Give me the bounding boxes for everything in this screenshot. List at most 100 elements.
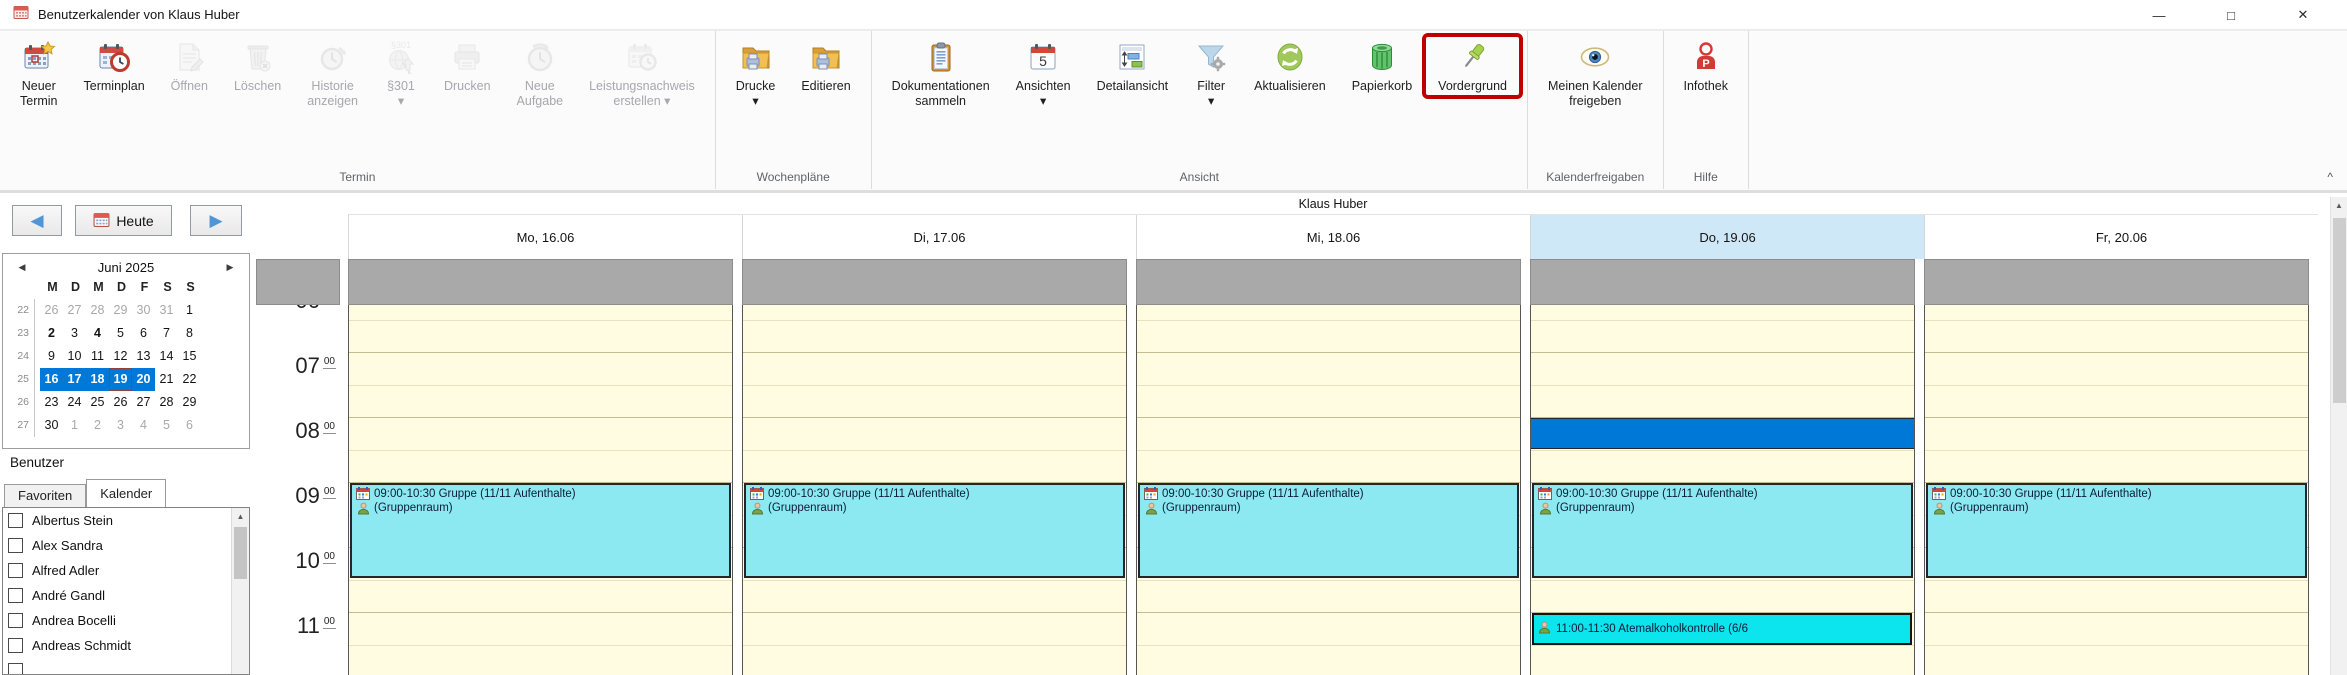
- ribbon-button-ansichten[interactable]: 5Ansichten▾: [1003, 36, 1084, 111]
- mini-calendar-day[interactable]: 3: [63, 322, 86, 345]
- ribbon-button-aktualisieren[interactable]: Aktualisieren: [1241, 36, 1339, 96]
- tab-favoriten[interactable]: Favoriten: [4, 484, 86, 507]
- mini-calendar-day[interactable]: 26: [40, 299, 63, 322]
- ribbon-button-historie-anzeigen[interactable]: Historieanzeigen: [294, 36, 371, 111]
- ribbon-button-leistungsnachweis-erstellen[interactable]: Leistungsnachweiserstellen ▾: [576, 36, 708, 111]
- mini-calendar-day[interactable]: 20: [132, 368, 155, 391]
- day-header-mo-16-06[interactable]: Mo, 16.06: [348, 215, 742, 259]
- day-header-do-19-06[interactable]: Do, 19.06: [1530, 215, 1924, 259]
- ribbon-button-neuer-termin[interactable]: NeuerTermin: [7, 36, 71, 111]
- mini-calendar-day[interactable]: 30: [40, 414, 63, 437]
- user-checkbox[interactable]: [8, 638, 23, 653]
- day-header-mi-18-06[interactable]: Mi, 18.06: [1136, 215, 1530, 259]
- mini-calendar-day[interactable]: 22: [178, 368, 201, 391]
- mini-calendar-day[interactable]: 29: [109, 299, 132, 322]
- ribbon-button-s301[interactable]: §301§301▾: [371, 36, 431, 111]
- ribbon-button-oeffnen[interactable]: Öffnen: [158, 36, 221, 96]
- user-checkbox[interactable]: [8, 663, 23, 675]
- ribbon-button-meinen-kalender-freigeben[interactable]: Meinen Kalenderfreigeben: [1535, 36, 1656, 111]
- ribbon-button-drucken[interactable]: Drucken: [431, 36, 504, 96]
- mini-calendar-day[interactable]: 5: [109, 322, 132, 345]
- day-column-mo-16-06[interactable]: 09:00-10:30 Gruppe (11/11 Aufenthalte)(G…: [348, 305, 733, 675]
- mini-calendar-day[interactable]: 21: [155, 368, 178, 391]
- mini-calendar-day[interactable]: 2: [40, 322, 63, 345]
- appointment-group[interactable]: 09:00-10:30 Gruppe (11/11 Aufenthalte)(G…: [350, 483, 731, 578]
- selected-time-slot[interactable]: [1531, 418, 1914, 449]
- mini-calendar-day[interactable]: 13: [132, 345, 155, 368]
- ribbon-button-vordergrund[interactable]: Vordergrund: [1425, 36, 1520, 96]
- mini-calendar-day[interactable]: 9: [40, 345, 63, 368]
- user-checkbox[interactable]: [8, 538, 23, 553]
- previous-week-button[interactable]: ◀: [12, 205, 62, 236]
- appointment-group[interactable]: 09:00-10:30 Gruppe (11/11 Aufenthalte)(G…: [1138, 483, 1519, 578]
- mini-calendar-day[interactable]: 29: [178, 391, 201, 414]
- ribbon-button-loeschen[interactable]: Löschen: [221, 36, 294, 96]
- mini-calendar-day[interactable]: 23: [40, 391, 63, 414]
- user-list-item[interactable]: Andrea Bocelli: [3, 608, 249, 633]
- scroll-up-icon[interactable]: ▲: [232, 508, 249, 525]
- maximize-button[interactable]: □: [2195, 0, 2267, 30]
- minimize-button[interactable]: —: [2123, 0, 2195, 30]
- mini-calendar-day[interactable]: 27: [132, 391, 155, 414]
- ribbon-button-dokumentationen-sammeln[interactable]: Dokumentationensammeln: [879, 36, 1003, 111]
- close-button[interactable]: ✕: [2267, 0, 2339, 30]
- ribbon-button-infothek[interactable]: PInfothek: [1671, 36, 1741, 96]
- mini-calendar-day[interactable]: 31: [155, 299, 178, 322]
- ribbon-button-filter[interactable]: Filter▾: [1181, 36, 1241, 111]
- mini-calendar-day[interactable]: 16: [40, 368, 63, 391]
- ribbon-button-terminplan[interactable]: Terminplan: [71, 36, 158, 96]
- user-list-item[interactable]: Alfred Adler: [3, 558, 249, 583]
- mini-calendar-next-icon[interactable]: ▶: [215, 254, 245, 280]
- mini-calendar-day[interactable]: 24: [63, 391, 86, 414]
- day-column-fr-20-06[interactable]: 09:00-10:30 Gruppe (11/11 Aufenthalte)(G…: [1924, 305, 2309, 675]
- day-header-fr-20-06[interactable]: Fr, 20.06: [1924, 215, 2318, 259]
- day-column-di-17-06[interactable]: 09:00-10:30 Gruppe (11/11 Aufenthalte)(G…: [742, 305, 1127, 675]
- user-list-scrollbar-thumb[interactable]: [234, 527, 247, 579]
- mini-calendar-day[interactable]: 8: [178, 322, 201, 345]
- mini-calendar-day[interactable]: 14: [155, 345, 178, 368]
- mini-calendar-day[interactable]: 3: [109, 414, 132, 437]
- mini-calendar-day[interactable]: 5: [155, 414, 178, 437]
- ribbon-button-drucke[interactable]: Drucke▾: [723, 36, 789, 111]
- mini-calendar-day[interactable]: 6: [178, 414, 201, 437]
- mini-calendar-day[interactable]: 2: [86, 414, 109, 437]
- day-header-di-17-06[interactable]: Di, 17.06: [742, 215, 1136, 259]
- appointment-group[interactable]: 09:00-10:30 Gruppe (11/11 Aufenthalte)(G…: [744, 483, 1125, 578]
- mini-calendar-day[interactable]: 10: [63, 345, 86, 368]
- mini-calendar-day[interactable]: 25: [86, 391, 109, 414]
- mini-calendar-day[interactable]: 1: [63, 414, 86, 437]
- mini-calendar-day[interactable]: 1: [178, 299, 201, 322]
- calendar-scrollbar[interactable]: ▲: [2330, 197, 2347, 675]
- mini-calendar-prev-icon[interactable]: ◀: [7, 254, 37, 280]
- mini-calendar-day[interactable]: 17: [63, 368, 86, 391]
- ribbon-button-papierkorb[interactable]: Papierkorb: [1339, 36, 1425, 96]
- mini-calendar-day[interactable]: 28: [155, 391, 178, 414]
- mini-calendar-day[interactable]: 12: [109, 345, 132, 368]
- user-checkbox[interactable]: [8, 513, 23, 528]
- calendar-scrollbar-thumb[interactable]: [2333, 218, 2346, 403]
- ribbon-collapse-icon[interactable]: ^: [2327, 170, 2333, 184]
- mini-calendar-day[interactable]: 15: [178, 345, 201, 368]
- tab-kalender[interactable]: Kalender: [86, 479, 166, 507]
- scroll-up-icon[interactable]: ▲: [2331, 197, 2347, 214]
- appointment-group[interactable]: 09:00-10:30 Gruppe (11/11 Aufenthalte)(G…: [1532, 483, 1913, 578]
- user-list-scrollbar[interactable]: ▲: [231, 508, 249, 674]
- user-checkbox[interactable]: [8, 563, 23, 578]
- user-list-item[interactable]: Alex Sandra: [3, 533, 249, 558]
- user-checkbox[interactable]: [8, 588, 23, 603]
- mini-calendar-day[interactable]: 11: [86, 345, 109, 368]
- mini-calendar-day[interactable]: 27: [63, 299, 86, 322]
- user-list-item[interactable]: [3, 658, 249, 675]
- user-list-item[interactable]: Albertus Stein: [3, 508, 249, 533]
- mini-calendar-day[interactable]: 18: [86, 368, 109, 391]
- day-column-mi-18-06[interactable]: 09:00-10:30 Gruppe (11/11 Aufenthalte)(G…: [1136, 305, 1521, 675]
- ribbon-button-neue-aufgabe[interactable]: NeueAufgabe: [504, 36, 577, 111]
- next-week-button[interactable]: ▶: [190, 205, 242, 236]
- mini-calendar-day[interactable]: 28: [86, 299, 109, 322]
- mini-calendar-day[interactable]: 26: [109, 391, 132, 414]
- mini-calendar-day[interactable]: 6: [132, 322, 155, 345]
- ribbon-button-detailansicht[interactable]: Detailansicht: [1084, 36, 1182, 96]
- appointment-control[interactable]: 11:00-11:30 Atemalkoholkontrolle (6/6: [1532, 613, 1912, 645]
- mini-calendar-day-today[interactable]: 19: [109, 368, 132, 391]
- mini-calendar-day[interactable]: 30: [132, 299, 155, 322]
